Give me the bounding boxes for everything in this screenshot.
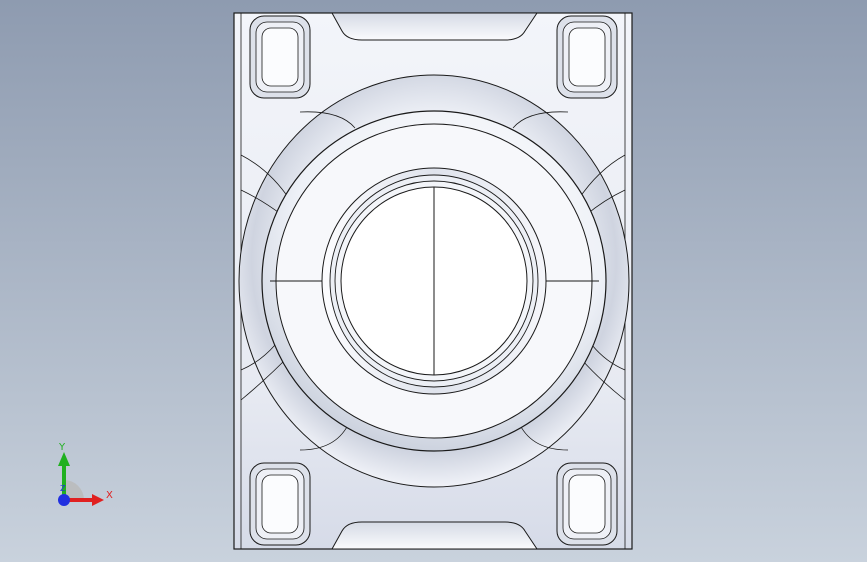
- top-slot: [331, 12, 538, 41]
- x-axis-label: X: [106, 490, 113, 501]
- model-view[interactable]: [0, 0, 867, 562]
- z-axis-dot: [58, 494, 70, 506]
- x-axis-arrow: [92, 494, 104, 506]
- bolt-pocket-bottom-left: [249, 462, 311, 546]
- bolt-pocket-top-right: [556, 15, 618, 99]
- bolt-pocket-top-left: [249, 15, 311, 99]
- bolt-pocket-bottom-right: [556, 462, 618, 546]
- y-axis-arrow: [58, 452, 70, 466]
- graphics-viewport[interactable]: Y X Z: [0, 0, 867, 562]
- z-axis-label: Z: [60, 484, 66, 493]
- bottom-slot: [331, 521, 538, 550]
- y-axis-label: Y: [58, 442, 66, 453]
- axis-triad: Y X Z: [58, 442, 113, 506]
